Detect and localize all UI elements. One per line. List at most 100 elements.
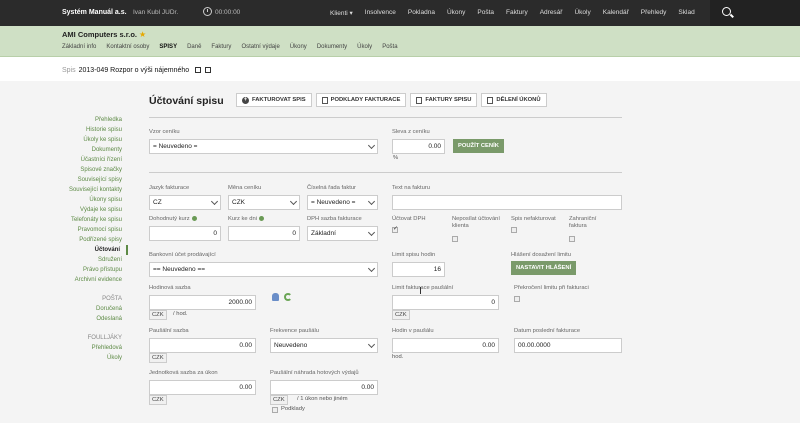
nahrada-currency[interactable]: CZK bbox=[270, 395, 288, 405]
help-icon[interactable] bbox=[205, 67, 212, 74]
sidebar-item[interactable]: Archivní evidence bbox=[60, 275, 128, 285]
refresh-icon[interactable] bbox=[284, 293, 292, 301]
sidebar-item[interactable]: Související spisy bbox=[60, 175, 128, 185]
hodin-input[interactable]: 0.00 bbox=[392, 338, 499, 353]
limit-fakt-input[interactable]: 0 bbox=[392, 295, 499, 310]
text-faktura-input[interactable] bbox=[392, 195, 622, 210]
sleva-unit: % bbox=[393, 155, 399, 161]
bank-label: Bankovní účet prodávající bbox=[149, 252, 216, 258]
star-icon[interactable]: ★ bbox=[139, 30, 146, 39]
pouzit-cenik-button[interactable]: POUŽÍT CENÍK bbox=[453, 139, 504, 153]
dph-select[interactable]: Základní bbox=[307, 226, 378, 241]
dohodnuty-kurz-input[interactable]: 0 bbox=[149, 226, 221, 241]
search-button[interactable] bbox=[710, 0, 800, 26]
nav-ukony[interactable]: Úkony bbox=[447, 9, 465, 17]
tab-ukony[interactable]: Úkony bbox=[290, 44, 307, 50]
tab-kontaktni-osoby[interactable]: Kontaktní osoby bbox=[106, 44, 149, 50]
nav-pokladna[interactable]: Pokladna bbox=[408, 9, 435, 17]
zahranicni-checkbox[interactable] bbox=[569, 236, 575, 242]
pausalni-currency[interactable]: CZK bbox=[149, 353, 167, 363]
limit-fakt-currency[interactable]: CZK bbox=[392, 310, 410, 320]
sidebar-item[interactable]: Přehledka bbox=[60, 115, 128, 125]
mena-select[interactable]: CZK bbox=[228, 195, 300, 210]
sidebar-item[interactable]: Podřízené spisy bbox=[60, 235, 128, 245]
sidebar-item[interactable]: Historie spisu bbox=[60, 125, 128, 135]
zahranicni-label: Zahraniční faktura bbox=[569, 216, 597, 229]
vzor-ceniku-select[interactable]: = Neuvedeno = bbox=[149, 139, 378, 154]
bank-select[interactable]: == Neuvedeno == bbox=[149, 262, 378, 277]
nav-prehledy[interactable]: Přehledy bbox=[641, 9, 667, 17]
user-name[interactable]: Ivan Kubl JUDr. bbox=[133, 9, 178, 16]
cislo-rady-select[interactable]: = Neuvedeno = bbox=[307, 195, 378, 210]
sidebar-item[interactable]: Odeslaná bbox=[60, 314, 128, 324]
tab-ostatni-vydaje[interactable]: Ostatní výdaje bbox=[241, 44, 279, 50]
kurz-ke-dni-input[interactable]: 0 bbox=[228, 226, 300, 241]
sidebar-item[interactable]: Pravomocí spisu bbox=[60, 225, 128, 235]
podklady-fakturace-button[interactable]: PODKLADY FAKTURACE bbox=[315, 93, 407, 107]
nahrada-input[interactable]: 0.00 bbox=[270, 380, 378, 395]
sidebar-item[interactable]: Sdružení bbox=[60, 255, 128, 265]
sleva-input[interactable]: 0.00 bbox=[392, 139, 445, 154]
sidebar-item[interactable]: Úkoly bbox=[60, 353, 128, 363]
sidebar-item-uctovani[interactable]: Účtování bbox=[60, 245, 128, 255]
nav-faktury[interactable]: Faktury bbox=[506, 9, 528, 17]
datum-input[interactable]: 00.00.0000 bbox=[514, 338, 622, 353]
tab-dane[interactable]: Daně bbox=[187, 44, 201, 50]
brand-name[interactable]: Systém Manuál a.s. bbox=[62, 9, 127, 16]
sidebar-item[interactable]: Právo přístupu bbox=[60, 265, 128, 275]
fakturovat-spis-button[interactable]: + FAKTUROVAT SPIS bbox=[236, 93, 312, 107]
hodinova-label: Hodinová sazba bbox=[149, 285, 191, 291]
cislo-rady-label: Číselná řada faktur bbox=[307, 185, 356, 191]
pausalni-input[interactable]: 0.00 bbox=[149, 338, 256, 353]
spis-nefakt-checkbox[interactable] bbox=[511, 227, 517, 233]
info-icon[interactable] bbox=[191, 216, 197, 221]
info-icon[interactable] bbox=[259, 216, 264, 221]
company-header: AMI Computers s.r.o. ★ Základní info Kont… bbox=[0, 26, 800, 57]
podklady-checkbox[interactable] bbox=[272, 407, 278, 413]
tab-dokumenty[interactable]: Dokumenty bbox=[317, 44, 347, 50]
frekvence-select[interactable]: Neuvedeno bbox=[270, 338, 378, 353]
deleni-ukonu-button[interactable]: DĚLENÍ ÚKONŮ bbox=[481, 93, 547, 107]
nav-kalendar[interactable]: Kalendář bbox=[603, 9, 629, 17]
tab-spisy[interactable]: SPISY bbox=[159, 44, 177, 50]
faktury-spisu-button[interactable]: FAKTURY SPISU bbox=[410, 93, 478, 107]
sidebar-item[interactable]: Přehledová bbox=[60, 343, 128, 353]
sidebar-item[interactable]: Související kontakty bbox=[60, 185, 128, 195]
jednotka-input[interactable]: 0.00 bbox=[149, 380, 256, 395]
tab-ukoly[interactable]: Úkoly bbox=[357, 44, 372, 50]
edit-icon[interactable] bbox=[195, 67, 202, 74]
sidebar-item[interactable]: Úkoly ke spisu bbox=[60, 135, 128, 145]
nav-insolvence[interactable]: Insolvence bbox=[365, 9, 396, 17]
sidebar-item[interactable]: Úkony spisu bbox=[60, 195, 128, 205]
timer: 00:00:00 bbox=[215, 9, 241, 16]
sidebar-item[interactable]: Telefonáty ke spisu bbox=[60, 215, 128, 225]
tab-faktury[interactable]: Faktury bbox=[211, 44, 231, 50]
hodinova-currency[interactable]: CZK bbox=[149, 310, 167, 320]
jednotka-label: Jednotková sazba za úkon bbox=[149, 370, 218, 376]
sidebar-item[interactable]: Dokumenty bbox=[60, 145, 128, 155]
jazyk-select[interactable]: CZ bbox=[149, 195, 221, 210]
nav-adresar[interactable]: Adresář bbox=[540, 9, 563, 17]
nav-posta[interactable]: Pošta bbox=[477, 9, 494, 17]
nastavit-hlaseni-button[interactable]: NASTAVIT HLÁŠENÍ bbox=[511, 261, 577, 275]
hodinova-input[interactable]: 2000.00 bbox=[149, 295, 256, 310]
sidebar-item[interactable]: Spisové značky bbox=[60, 165, 128, 175]
users-icon[interactable] bbox=[272, 293, 279, 301]
sidebar-item[interactable]: Doručená bbox=[60, 304, 128, 314]
section-title: Účtování spisu bbox=[149, 95, 224, 107]
neposilat-checkbox[interactable] bbox=[452, 236, 458, 242]
nav-klienti[interactable]: Klienti ▾ bbox=[330, 9, 353, 17]
uctovat-dph-checkbox[interactable] bbox=[392, 225, 398, 233]
sidebar-item[interactable]: Účastníci řízení bbox=[60, 155, 128, 165]
limit-input[interactable]: 16 bbox=[392, 262, 445, 277]
sidebar-item[interactable]: Výdaje ke spisu bbox=[60, 205, 128, 215]
tab-zakladni-info[interactable]: Základní info bbox=[62, 44, 96, 50]
document-icon bbox=[321, 96, 328, 104]
nav-ukoly[interactable]: Úkoly bbox=[574, 9, 590, 17]
company-name: AMI Computers s.r.o. ★ bbox=[62, 30, 147, 39]
jednotka-currency[interactable]: CZK bbox=[149, 395, 167, 405]
tab-posta[interactable]: Pošta bbox=[382, 44, 397, 50]
clock-icon[interactable] bbox=[203, 7, 212, 16]
prekroceni-checkbox[interactable] bbox=[514, 296, 520, 302]
nav-sklad[interactable]: Sklad bbox=[678, 9, 694, 17]
